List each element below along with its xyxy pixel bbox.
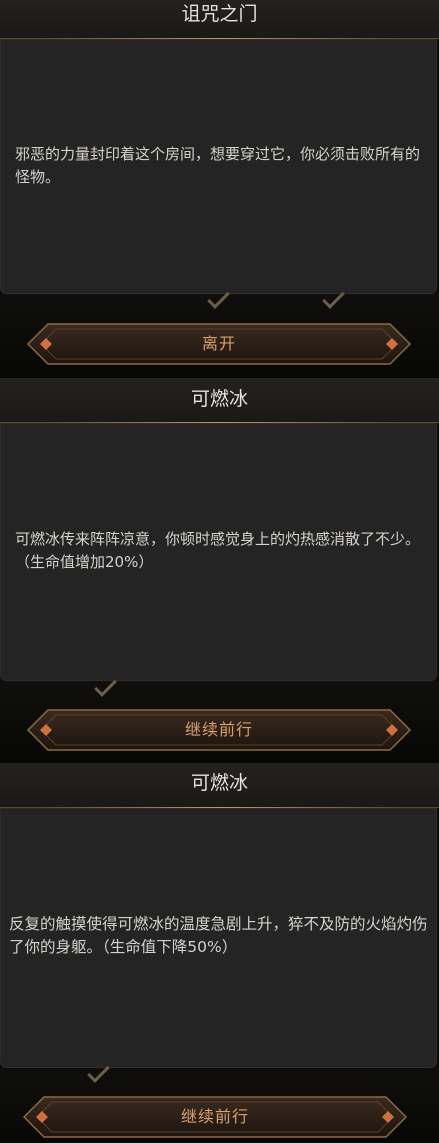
event-description: 可燃冰传来阵阵凉意，你顿时感觉身上的灼热感消散了不少。（生命值增加20%） bbox=[15, 530, 421, 571]
continue-button-label: 继续前行 bbox=[184, 720, 253, 739]
event-title-bar: 可燃冰 bbox=[0, 763, 439, 808]
continue-button-label: 继续前行 bbox=[180, 1107, 249, 1126]
continue-button[interactable]: 继续前行 bbox=[26, 708, 412, 752]
event-description-panel: 反复的触摸使得可燃冰的温度急剧上升，猝不及防的火焰灼伤了你的身躯。（生命值下降5… bbox=[0, 808, 437, 1068]
event-description-panel: 可燃冰传来阵阵凉意，你顿时感觉身上的灼热感消散了不少。（生命值增加20%） bbox=[0, 423, 437, 681]
continue-button[interactable]: 继续前行 bbox=[22, 1095, 408, 1139]
event-title: 可燃冰 bbox=[190, 772, 248, 794]
event-title: 诅咒之门 bbox=[181, 3, 258, 25]
event-description-panel: 邪恶的力量封印着这个房间，想要穿过它，你必须击败所有的怪物。 bbox=[0, 39, 437, 294]
event-title: 可燃冰 bbox=[190, 388, 248, 410]
leave-button[interactable]: 离开 bbox=[26, 322, 412, 366]
event-title-bar: 诅咒之门 bbox=[0, 0, 439, 39]
event-footer: 继续前行 bbox=[0, 674, 439, 763]
event-screen-combustible-ice-good: 可燃冰 可燃冰传来阵阵凉意，你顿时感觉身上的灼热感消散了不少。（生命值增加20%… bbox=[0, 378, 439, 763]
event-screen-combustible-ice-bad: 可燃冰 反复的触摸使得可燃冰的温度急剧上升，猝不及防的火焰灼伤了你的身躯。（生命… bbox=[0, 763, 439, 1143]
event-description: 邪恶的力量封印着这个房间，想要穿过它，你必须击败所有的怪物。 bbox=[15, 145, 421, 186]
event-footer: 离开 bbox=[0, 286, 439, 378]
event-footer: 继续前行 bbox=[0, 1060, 439, 1143]
event-description: 反复的触摸使得可燃冰的温度急剧上升，猝不及防的火焰灼伤了你的身躯。（生命值下降5… bbox=[9, 915, 428, 956]
event-screen-cursed-door: 诅咒之门 邪恶的力量封印着这个房间，想要穿过它，你必须击败所有的怪物。 离开 bbox=[0, 0, 439, 378]
leave-button-label: 离开 bbox=[201, 334, 236, 353]
event-title-bar: 可燃冰 bbox=[0, 378, 439, 423]
